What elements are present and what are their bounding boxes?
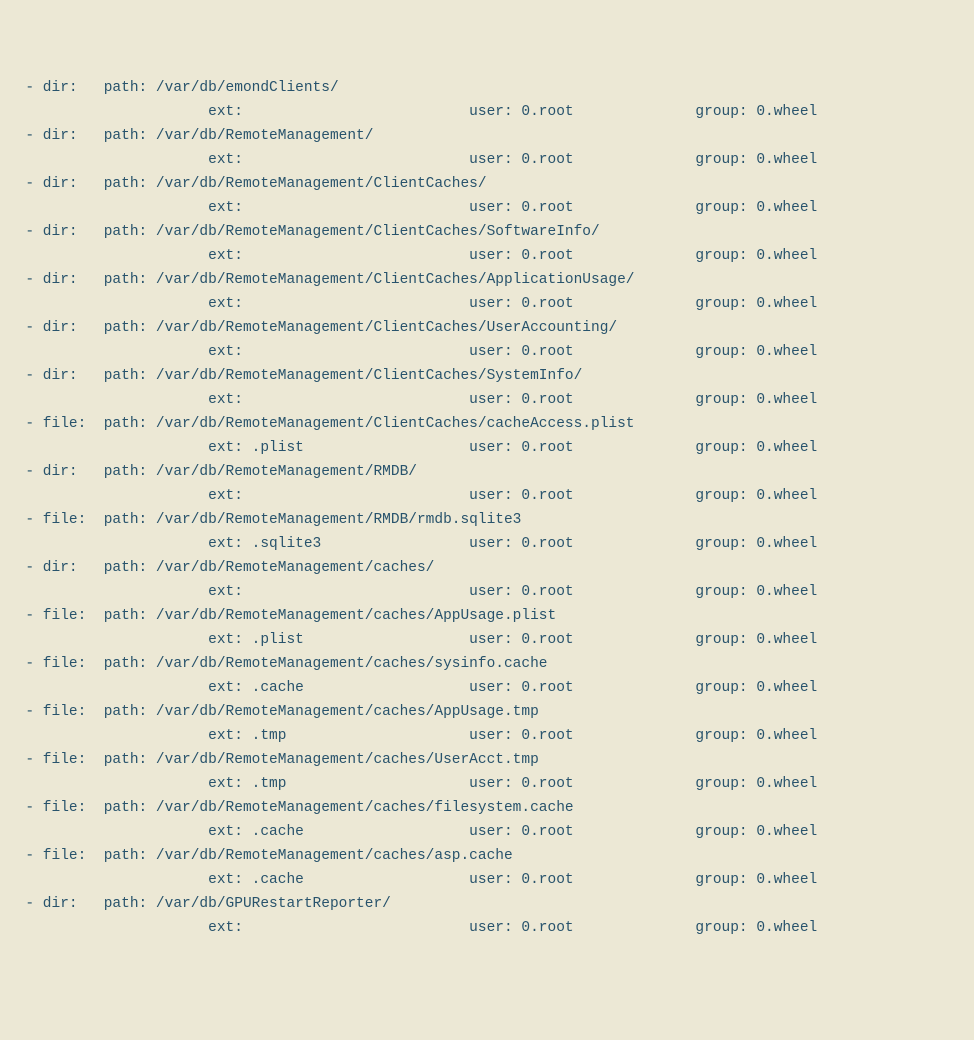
entry-line-meta: ext: user: 0.root group: 0.wheel <box>8 388 966 412</box>
entry-line-path: - file: path: /var/db/RemoteManagement/C… <box>8 412 966 436</box>
entry-line-meta: ext: user: 0.root group: 0.wheel <box>8 196 966 220</box>
entry-line-path: - file: path: /var/db/RemoteManagement/c… <box>8 652 966 676</box>
entry-line-meta: ext: .sqlite3 user: 0.root group: 0.whee… <box>8 532 966 556</box>
entry-line-meta: ext: user: 0.root group: 0.wheel <box>8 148 966 172</box>
entry-line-meta: ext: user: 0.root group: 0.wheel <box>8 916 966 940</box>
entry-line-path: - file: path: /var/db/RemoteManagement/c… <box>8 700 966 724</box>
entry-line-meta: ext: .tmp user: 0.root group: 0.wheel <box>8 772 966 796</box>
entry-line-path: - file: path: /var/db/RemoteManagement/R… <box>8 508 966 532</box>
entry-line-meta: ext: .plist user: 0.root group: 0.wheel <box>8 436 966 460</box>
file-listing: - dir: path: /var/db/emondClients/ ext: … <box>8 76 966 940</box>
entry-line-path: - dir: path: /var/db/RemoteManagement/Cl… <box>8 172 966 196</box>
entry-line-meta: ext: user: 0.root group: 0.wheel <box>8 340 966 364</box>
entry-line-path: - dir: path: /var/db/RemoteManagement/ca… <box>8 556 966 580</box>
entry-line-path: - dir: path: /var/db/RemoteManagement/Cl… <box>8 220 966 244</box>
entry-line-meta: ext: user: 0.root group: 0.wheel <box>8 580 966 604</box>
entry-line-path: - file: path: /var/db/RemoteManagement/c… <box>8 844 966 868</box>
entry-line-path: - dir: path: /var/db/RemoteManagement/Cl… <box>8 316 966 340</box>
entry-line-meta: ext: .plist user: 0.root group: 0.wheel <box>8 628 966 652</box>
entry-line-meta: ext: .cache user: 0.root group: 0.wheel <box>8 676 966 700</box>
entry-line-path: - file: path: /var/db/RemoteManagement/c… <box>8 748 966 772</box>
entry-line-path: - dir: path: /var/db/RemoteManagement/Cl… <box>8 268 966 292</box>
entry-line-meta: ext: .tmp user: 0.root group: 0.wheel <box>8 724 966 748</box>
entry-line-meta: ext: user: 0.root group: 0.wheel <box>8 484 966 508</box>
entry-line-path: - file: path: /var/db/RemoteManagement/c… <box>8 604 966 628</box>
entry-line-meta: ext: .cache user: 0.root group: 0.wheel <box>8 820 966 844</box>
entry-line-meta: ext: user: 0.root group: 0.wheel <box>8 244 966 268</box>
entry-line-path: - dir: path: /var/db/GPURestartReporter/ <box>8 892 966 916</box>
entry-line-meta: ext: user: 0.root group: 0.wheel <box>8 100 966 124</box>
entry-line-path: - file: path: /var/db/RemoteManagement/c… <box>8 796 966 820</box>
entry-line-path: - dir: path: /var/db/RemoteManagement/ <box>8 124 966 148</box>
entry-line-path: - dir: path: /var/db/emondClients/ <box>8 76 966 100</box>
entry-line-meta: ext: user: 0.root group: 0.wheel <box>8 292 966 316</box>
entry-line-path: - dir: path: /var/db/RemoteManagement/RM… <box>8 460 966 484</box>
entry-line-path: - dir: path: /var/db/RemoteManagement/Cl… <box>8 364 966 388</box>
